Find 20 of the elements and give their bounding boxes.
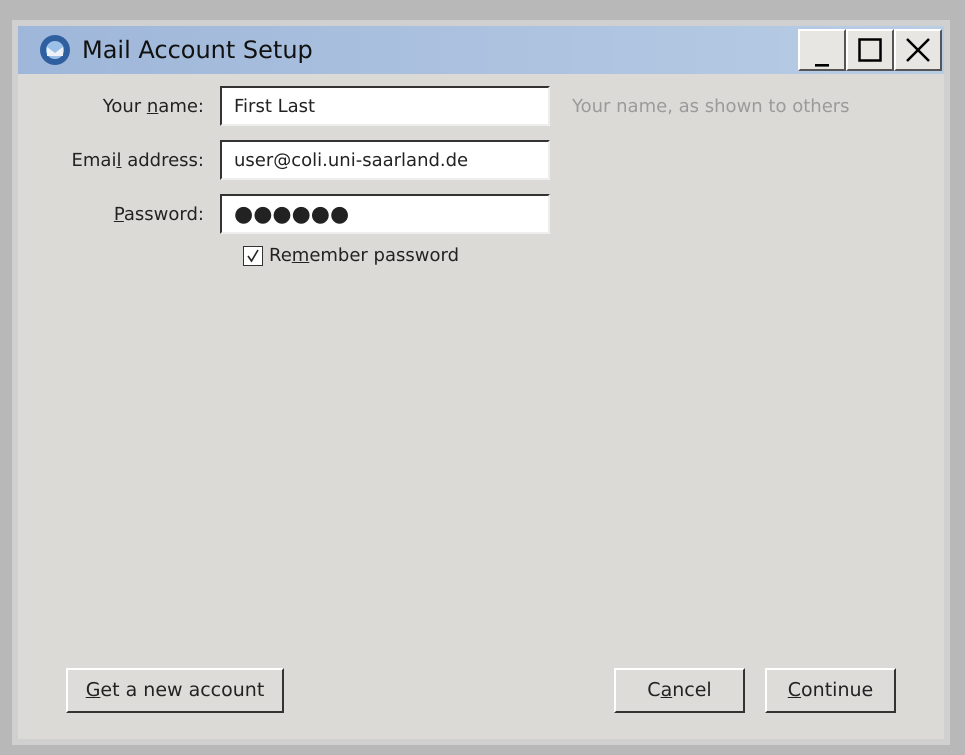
dialog-button[interactable]: Continue xyxy=(765,668,896,713)
close-icon xyxy=(905,37,931,63)
input-field[interactable]: ●●●●●● xyxy=(220,194,550,234)
dialog-button[interactable]: Get a new account xyxy=(66,668,284,713)
input-field[interactable]: First Last xyxy=(220,86,550,126)
app-icon xyxy=(38,33,72,67)
field-label: Your name: xyxy=(102,94,205,118)
field-label: Email address: xyxy=(70,148,205,172)
input-field[interactable]: user@coli.uni-saarland.de xyxy=(220,140,550,180)
check-icon xyxy=(246,248,260,262)
dialog-button[interactable]: Cancel xyxy=(614,668,745,713)
field-hint: Your name, as shown to others xyxy=(572,94,850,118)
maximize-icon xyxy=(858,38,882,62)
close-button[interactable] xyxy=(894,29,942,71)
field-label: Password: xyxy=(112,202,205,226)
minimize-button[interactable]: _ xyxy=(798,29,846,71)
remember-checkbox[interactable] xyxy=(243,246,263,266)
checkbox-label: Remember password xyxy=(269,244,460,268)
window-title: Mail Account Setup xyxy=(82,35,313,66)
maximize-button[interactable] xyxy=(846,29,894,71)
